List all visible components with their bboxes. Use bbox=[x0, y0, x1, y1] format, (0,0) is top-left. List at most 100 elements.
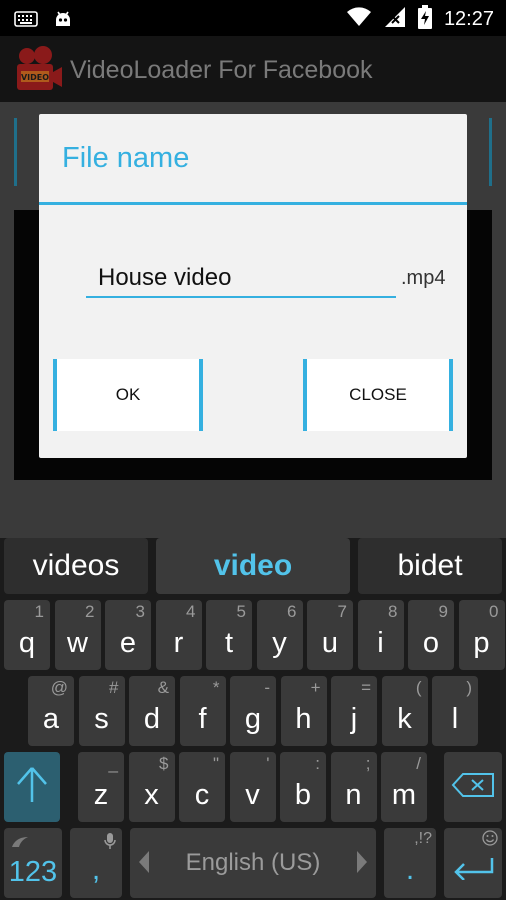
emoji-icon bbox=[482, 830, 498, 850]
space-key-label: English (US) bbox=[185, 849, 321, 876]
key-k[interactable]: (k bbox=[381, 676, 428, 746]
key-hint: - bbox=[264, 678, 270, 697]
enter-arrow-icon bbox=[452, 856, 494, 884]
key-hint: ) bbox=[466, 678, 472, 697]
key-hint: # bbox=[109, 678, 119, 697]
key-hint: 1 bbox=[34, 602, 44, 621]
app-logo-text: VIDEO bbox=[21, 73, 49, 82]
key-z[interactable]: _ z bbox=[78, 752, 124, 822]
key-j[interactable]: = j bbox=[331, 676, 377, 746]
key-d[interactable]: & d bbox=[129, 676, 175, 746]
app-action-bar: VIDEO VideoLoader For Facebook bbox=[0, 36, 506, 102]
key-hint: ( bbox=[415, 678, 422, 697]
key-h[interactable]: + h bbox=[280, 676, 327, 746]
key-label: v bbox=[245, 779, 260, 811]
key-hint: 6 bbox=[287, 602, 297, 621]
key-hint: 8 bbox=[388, 602, 398, 621]
close-button[interactable]: CLOSE bbox=[303, 359, 453, 431]
clock: 12:27 bbox=[443, 7, 494, 30]
filename-input[interactable] bbox=[86, 260, 396, 298]
key-f[interactable]: * f bbox=[179, 676, 226, 746]
key-i[interactable]: 8i bbox=[357, 600, 404, 670]
chevron-right-icon bbox=[356, 850, 368, 881]
chevron-left-icon bbox=[138, 850, 150, 881]
suggestion-2[interactable]: video bbox=[156, 538, 350, 594]
key-label: r bbox=[173, 627, 184, 659]
key-label: p bbox=[473, 627, 490, 659]
key-label: x bbox=[144, 779, 159, 811]
key-c[interactable]: " c bbox=[179, 752, 225, 822]
key-t[interactable]: 5t bbox=[206, 600, 252, 670]
key-hint: 0 bbox=[489, 602, 499, 621]
key-label: e bbox=[119, 627, 137, 659]
key-hint: * bbox=[212, 678, 220, 697]
space-key[interactable]: English (US) bbox=[130, 828, 376, 898]
key-s[interactable]: # s bbox=[78, 676, 125, 746]
key-hint: : bbox=[315, 754, 320, 773]
key-label: b bbox=[294, 779, 312, 811]
key-label: m bbox=[391, 779, 417, 811]
ok-button[interactable]: OK bbox=[53, 359, 203, 431]
key-q[interactable]: 1q bbox=[4, 600, 50, 670]
key-label: s bbox=[94, 703, 109, 735]
key-hint: 4 bbox=[186, 602, 196, 621]
key-b[interactable]: :b bbox=[280, 752, 326, 822]
key-a[interactable]: @ a bbox=[28, 676, 74, 746]
suggestion-1[interactable]: videos bbox=[4, 538, 148, 594]
key-w[interactable]: 2w bbox=[54, 600, 101, 670]
app-logo-icon: VIDEO bbox=[14, 44, 64, 94]
soft-keyboard: videos video bidet 1q2w3e4r5t6y7u8i9o0p … bbox=[0, 538, 506, 900]
key-l[interactable]: ) l bbox=[432, 676, 478, 746]
comma-key[interactable]: , bbox=[70, 828, 122, 898]
key-hint: 2 bbox=[85, 602, 95, 621]
shift-key[interactable] bbox=[4, 752, 60, 822]
keyboard-icon bbox=[14, 11, 38, 31]
dialog-title: File name bbox=[62, 142, 190, 174]
android-debug-icon bbox=[52, 8, 74, 34]
suggestion-3[interactable]: bidet bbox=[358, 538, 502, 594]
key-hint: 3 bbox=[135, 602, 145, 621]
key-label: l bbox=[451, 703, 459, 735]
period-key-label: . bbox=[405, 853, 415, 886]
key-o[interactable]: 9o bbox=[408, 600, 454, 670]
key-label: f bbox=[198, 703, 207, 735]
backspace-icon bbox=[451, 772, 495, 802]
key-e[interactable]: 3e bbox=[105, 600, 151, 670]
key-v[interactable]: ' v bbox=[229, 752, 276, 822]
key-label: o bbox=[422, 627, 440, 659]
enter-key[interactable] bbox=[444, 828, 502, 898]
key-p[interactable]: 0p bbox=[458, 600, 505, 670]
key-label: w bbox=[67, 627, 88, 659]
key-g[interactable]: -g bbox=[230, 676, 276, 746]
key-r[interactable]: 4r bbox=[155, 600, 202, 670]
period-key-hint: ,!? bbox=[414, 830, 432, 847]
numbers-key[interactable]: 123 bbox=[4, 828, 62, 898]
file-extension: .mp4 bbox=[401, 267, 446, 289]
key-n[interactable]: ; n bbox=[330, 752, 377, 822]
backspace-key[interactable] bbox=[444, 752, 502, 822]
wifi-icon bbox=[346, 6, 372, 32]
dialog-divider bbox=[39, 202, 467, 205]
key-hint: 5 bbox=[236, 602, 246, 621]
key-label: k bbox=[397, 703, 412, 735]
key-u[interactable]: 7u bbox=[307, 600, 353, 670]
key-hint: & bbox=[157, 678, 169, 697]
key-m[interactable]: / m bbox=[381, 752, 427, 822]
key-hint: ' bbox=[266, 754, 270, 773]
key-label: q bbox=[18, 627, 36, 659]
numbers-key-label: 123 bbox=[8, 855, 58, 888]
key-label: n bbox=[345, 779, 362, 811]
key-label: y bbox=[272, 627, 287, 659]
key-y[interactable]: 6y bbox=[256, 600, 303, 670]
signal-icon bbox=[384, 6, 406, 32]
key-label: a bbox=[42, 703, 60, 735]
shift-arrow-icon bbox=[15, 766, 49, 808]
status-bar: 12:27 bbox=[0, 0, 506, 36]
key-label: j bbox=[350, 703, 358, 735]
key-x[interactable]: $ x bbox=[128, 752, 175, 822]
microphone-icon bbox=[104, 832, 116, 854]
swiftkey-logo-icon bbox=[10, 834, 30, 853]
key-hint: + bbox=[310, 678, 321, 697]
comma-key-label: , bbox=[91, 853, 101, 886]
period-key[interactable]: ,!? . bbox=[384, 828, 436, 898]
